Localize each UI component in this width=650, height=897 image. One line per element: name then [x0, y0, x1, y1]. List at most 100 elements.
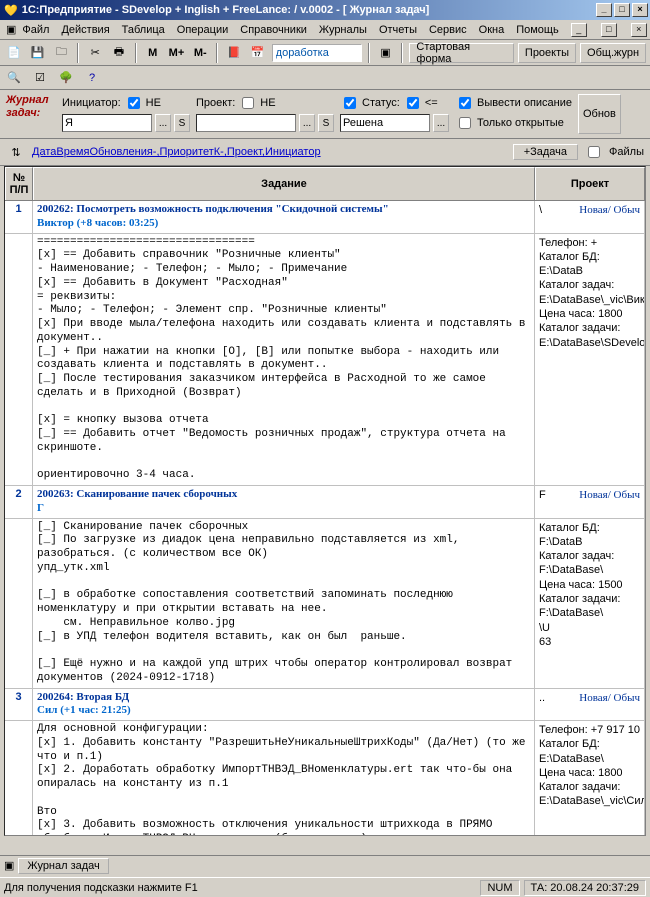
proj-body: Телефон: +7 917 10 Каталог БД: E:\DataBa… — [535, 721, 645, 836]
mdi-icon: ▣ — [6, 23, 16, 36]
proj-body: Телефон: + Каталог БД: E:\DataB Каталог … — [535, 234, 645, 486]
active-tab[interactable]: Журнал задач — [18, 858, 108, 874]
task-author: Сил (+1 час: 21:25) — [37, 704, 530, 718]
task-author: Г — [37, 502, 530, 516]
project-label: Проект: — [196, 97, 235, 109]
tool-calendar-icon[interactable]: 📅 — [248, 43, 268, 63]
menu-service[interactable]: Сервис — [429, 24, 467, 36]
refresh-button[interactable]: Обнов — [578, 94, 621, 134]
menu-journals[interactable]: Журналы — [319, 24, 367, 36]
btn-general-journal[interactable]: Общ.журн — [580, 43, 646, 63]
table-row-header[interactable]: 1 200262: Посмотреть возможность подключе… — [5, 201, 645, 234]
tab-icon: ▣ — [4, 859, 14, 872]
project-s[interactable]: S — [318, 114, 334, 132]
tool-record-icon[interactable]: ▣ — [376, 43, 396, 63]
tool-open-icon[interactable]: 🗀 — [52, 43, 72, 63]
initiator-label: Инициатор: — [62, 97, 121, 109]
table-row-body[interactable]: Для основной конфигурации: [x] 1. Добави… — [5, 721, 645, 836]
tool2-tree-icon[interactable]: 🌳 — [56, 68, 76, 88]
ne-label-1: НЕ — [146, 97, 161, 109]
tool-m[interactable]: M — [143, 43, 163, 63]
files-check[interactable] — [588, 146, 600, 158]
only-open-check[interactable] — [459, 117, 471, 129]
initiator-ne-check[interactable] — [128, 97, 140, 109]
menu-actions[interactable]: Действия — [61, 24, 109, 36]
window-title: 1С:Предприятие - SDevelop + Inglish + Fr… — [22, 4, 430, 16]
project-input[interactable] — [196, 114, 296, 132]
status-label: Статус: — [362, 97, 400, 109]
project-ne-check[interactable] — [242, 97, 254, 109]
menu-windows[interactable]: Окна — [479, 24, 505, 36]
menubar: ▣ Файл Действия Таблица Операции Справоч… — [0, 20, 650, 40]
initiator-dots[interactable]: ... — [155, 114, 171, 132]
proj-top: .. — [539, 691, 545, 705]
tool2-filter-icon[interactable]: ☑ — [30, 68, 50, 88]
menu-table[interactable]: Таблица — [122, 24, 165, 36]
tool2-find-icon[interactable]: 🔍 — [4, 68, 24, 88]
status-dots[interactable]: ... — [433, 114, 449, 132]
proj-status: Новая/ Обыч — [579, 488, 640, 502]
initiator-s[interactable]: S — [174, 114, 190, 132]
maximize-button[interactable]: □ — [614, 3, 630, 17]
tool-m-minus[interactable]: M- — [190, 43, 210, 63]
minimize-button[interactable]: _ — [596, 3, 612, 17]
status-ta: ТА: 20.08.24 20:37:29 — [524, 880, 647, 896]
task-title[interactable]: 200264: Вторая БД — [37, 691, 530, 705]
menu-help[interactable]: Помощь — [516, 24, 559, 36]
toolbar-search-input[interactable] — [272, 44, 362, 62]
close-button[interactable]: × — [632, 3, 648, 17]
tool2-help-icon[interactable]: ? — [82, 68, 102, 88]
files-label: Файлы — [609, 146, 644, 158]
header-num[interactable]: № П/П — [5, 167, 33, 200]
menu-file[interactable]: Файл — [22, 24, 49, 36]
proj-status: Новая/ Обыч — [579, 203, 640, 217]
btn-start-form[interactable]: Стартовая форма — [409, 43, 513, 63]
mdi-max-button[interactable]: □ — [601, 23, 617, 37]
add-task-button[interactable]: +Задача — [513, 144, 578, 160]
sort-link[interactable]: ДатаВремяОбновления-,ПриоритетК-,Проект,… — [32, 146, 321, 158]
tool-print-icon[interactable]: 🖶 — [109, 43, 129, 63]
lte-label: <= — [425, 97, 438, 109]
sort-btn-icon[interactable]: ⇅ — [6, 142, 26, 162]
journal-label: Журнал задач: — [6, 94, 56, 120]
task-body: [_] Сканирование пачек сборочных [_] По … — [33, 519, 535, 688]
table-row-header[interactable]: 3 200264: Вторая БДСил (+1 час: 21:25).. Н… — [5, 689, 645, 722]
btn-projects[interactable]: Проекты — [518, 43, 576, 63]
tool-new-icon[interactable]: 📄 — [4, 43, 24, 63]
tool-m-plus[interactable]: M+ — [167, 43, 187, 63]
row-num: 3 — [5, 689, 33, 721]
project-dots[interactable]: ... — [299, 114, 315, 132]
tool-book-icon[interactable]: 📕 — [224, 43, 244, 63]
initiator-input[interactable] — [62, 114, 152, 132]
table-row-body[interactable]: [_] Сканирование пачек сборочных [_] По … — [5, 519, 645, 689]
table-row-header[interactable]: 2200263: Сканирование пачек сборочныхГFН… — [5, 486, 645, 519]
header-project[interactable]: Проект — [535, 167, 645, 200]
tool-save-icon[interactable]: 💾 — [28, 43, 48, 63]
proj-top: \ — [539, 203, 542, 217]
mdi-close-button[interactable]: × — [631, 23, 647, 37]
tool-cut-icon[interactable]: ✂ — [85, 43, 105, 63]
menu-reports[interactable]: Отчеты — [379, 24, 417, 36]
task-body: Для основной конфигурации: [x] 1. Добави… — [33, 721, 535, 836]
menu-operations[interactable]: Операции — [177, 24, 228, 36]
app-icon: 💛 — [4, 4, 18, 17]
only-open-label: Только открытые — [477, 117, 564, 129]
task-grid[interactable]: № П/П Задание Проект 1 200262: Посмотреть… — [4, 166, 646, 836]
out-desc-check[interactable] — [459, 97, 471, 109]
status-lte-check[interactable] — [407, 97, 419, 109]
menu-refs[interactable]: Справочники — [240, 24, 307, 36]
task-title[interactable]: 200262: Посмотреть возможность подключен… — [37, 203, 530, 217]
ne-label-2: НЕ — [260, 97, 275, 109]
mdi-min-button[interactable]: _ — [571, 23, 587, 37]
status-num: NUM — [480, 880, 519, 896]
out-desc-label: Вывести описание — [477, 97, 572, 109]
task-title[interactable]: 200263: Сканирование пачек сборочных — [37, 488, 530, 502]
proj-status: Новая/ Обыч — [579, 691, 640, 705]
task-author: Виктор (+8 часов: 03:25) — [37, 217, 530, 231]
status-input[interactable] — [340, 114, 430, 132]
table-row-body[interactable]: ================================= [x] ==… — [5, 234, 645, 487]
row-num: 1 — [5, 201, 33, 233]
task-body: ================================= [x] ==… — [33, 234, 535, 486]
header-task[interactable]: Задание — [33, 167, 535, 200]
status-check[interactable] — [344, 97, 356, 109]
